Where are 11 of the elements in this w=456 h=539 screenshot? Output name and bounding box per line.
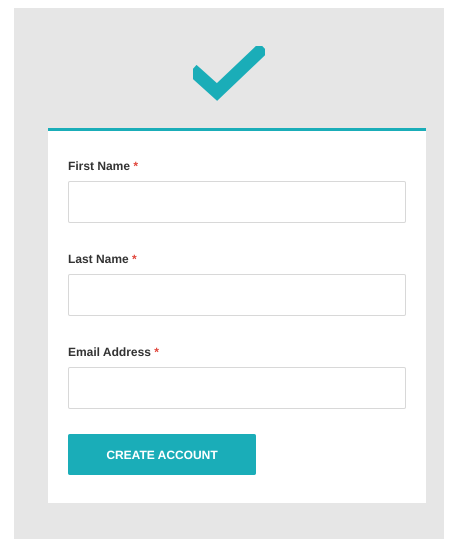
checkmark-icon [193, 46, 265, 102]
create-account-button[interactable]: CREATE ACCOUNT [68, 434, 256, 475]
text-field[interactable] [68, 367, 406, 409]
required-marker: * [133, 159, 138, 173]
required-marker: * [154, 345, 159, 359]
field-label: Last Name * [68, 251, 138, 268]
field-label: Email Address * [68, 344, 160, 361]
required-marker: * [132, 252, 137, 266]
field-label: First Name * [68, 158, 140, 175]
text-field[interactable] [68, 181, 406, 223]
text-field[interactable] [68, 274, 406, 316]
